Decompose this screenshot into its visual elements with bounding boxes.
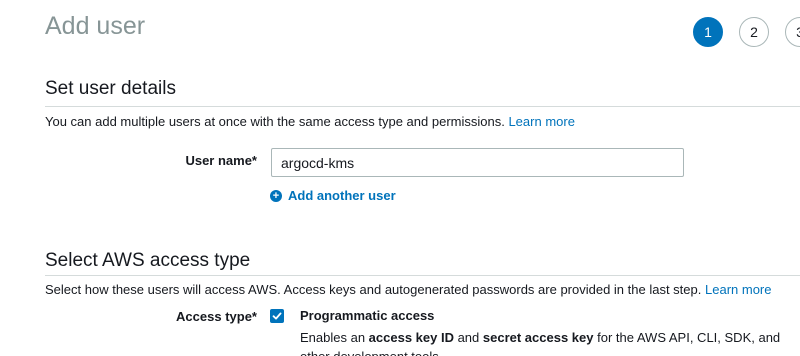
section-divider: [45, 106, 800, 107]
access-type-description: Select how these users will access AWS. …: [45, 282, 771, 297]
step-1[interactable]: 1: [693, 17, 723, 47]
access-type-heading: Select AWS access type: [45, 250, 251, 271]
user-details-description: You can add multiple users at once with …: [45, 114, 575, 129]
user-details-learn-more-link[interactable]: Learn more: [508, 114, 574, 129]
access-type-label: Access type*: [176, 309, 257, 324]
page-title: Add user: [45, 12, 146, 40]
checkmark-icon: [272, 312, 282, 320]
desc-text: and: [453, 330, 483, 345]
programmatic-access-checkbox[interactable]: [270, 309, 284, 323]
add-another-user-button[interactable]: + Add another user: [270, 188, 396, 203]
desc-bold-access-key-id: access key ID: [368, 330, 454, 345]
plus-circle-icon: +: [270, 189, 282, 202]
add-another-user-label: Add another user: [288, 188, 396, 203]
section-divider: [45, 275, 800, 276]
access-type-learn-more-link[interactable]: Learn more: [705, 282, 771, 297]
user-name-label: User name*: [185, 153, 257, 168]
desc-text: Enables an: [300, 330, 369, 345]
programmatic-access-description: Enables an access key ID and secret acce…: [300, 328, 790, 356]
programmatic-access-title: Programmatic access: [300, 308, 435, 323]
access-type-description-text: Select how these users will access AWS. …: [45, 282, 702, 297]
wizard-steps: 1 2 3: [693, 17, 800, 47]
add-user-page: Add user 1 2 3 Set user details You can …: [0, 0, 800, 356]
user-details-heading: Set user details: [45, 78, 176, 99]
user-details-description-text: You can add multiple users at once with …: [45, 114, 505, 129]
user-name-input[interactable]: [271, 148, 684, 177]
desc-bold-secret-access-key: secret access key: [482, 330, 594, 345]
step-3[interactable]: 3: [785, 17, 800, 47]
step-2[interactable]: 2: [739, 17, 769, 47]
